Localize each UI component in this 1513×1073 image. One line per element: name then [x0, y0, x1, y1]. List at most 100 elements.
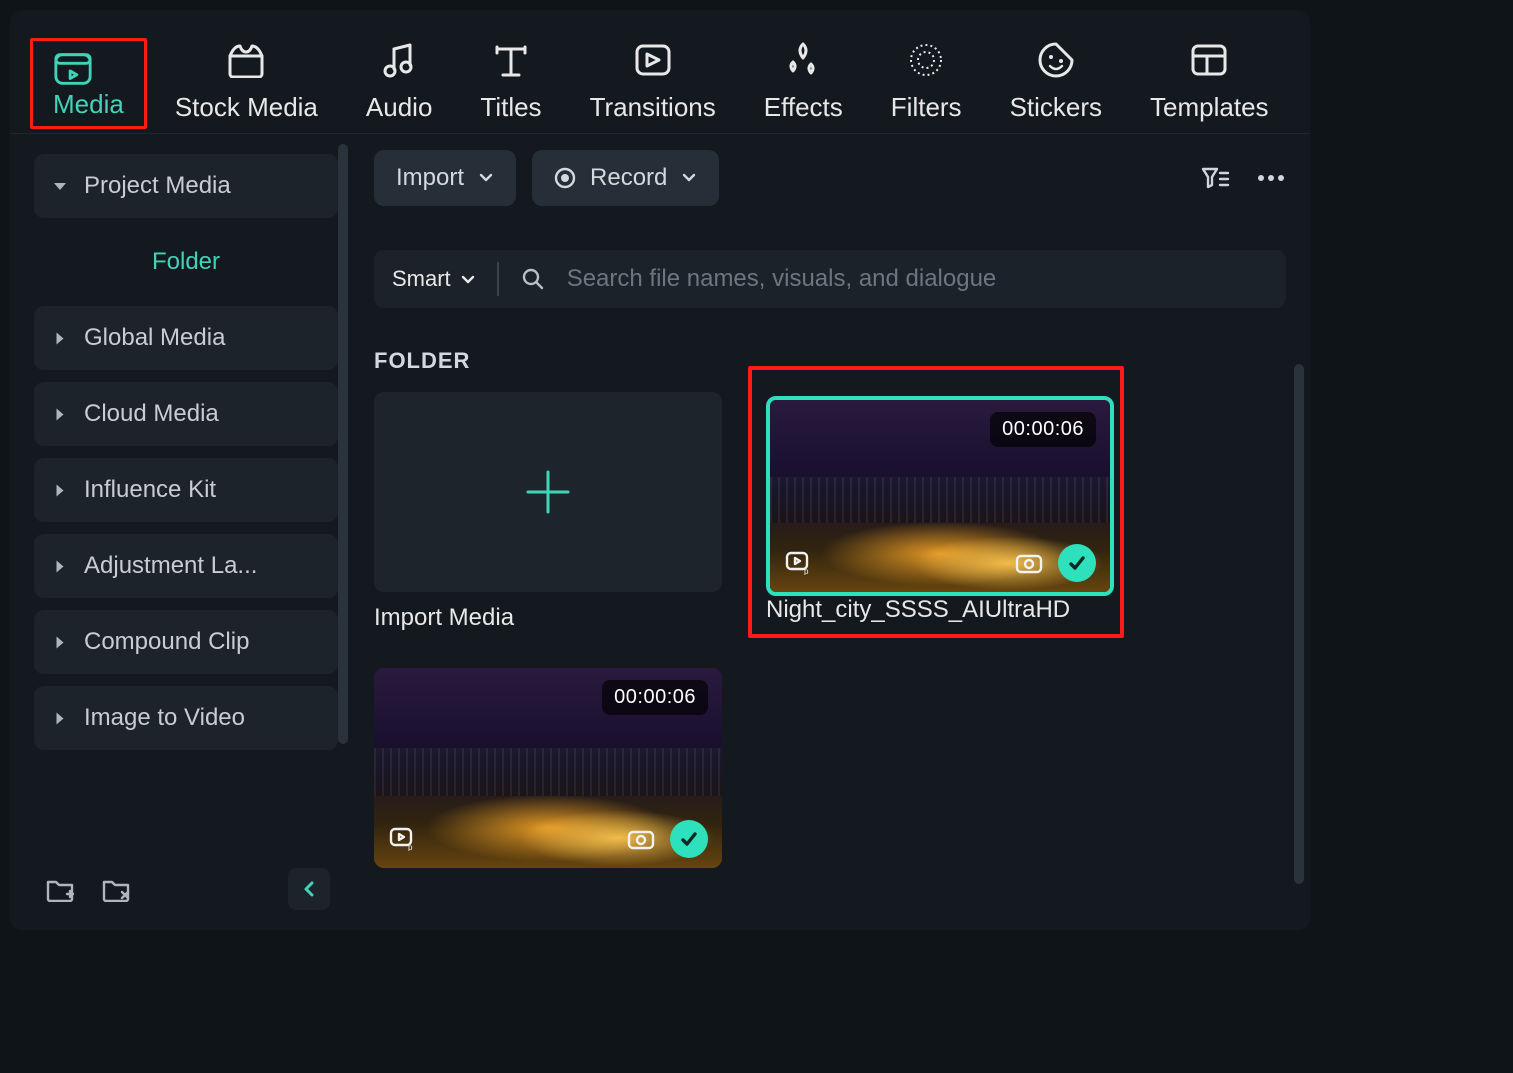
camera-icon [1014, 548, 1044, 578]
tab-label: Titles [480, 92, 541, 123]
tab-label: Audio [366, 92, 433, 123]
tab-stickers[interactable]: Stickers [1010, 40, 1102, 123]
video-proxy-icon: p [784, 548, 814, 578]
record-label: Record [590, 164, 667, 192]
tab-label: Templates [1150, 92, 1269, 123]
tab-label: Media [53, 89, 124, 120]
main-scrollbar[interactable] [1294, 364, 1304, 884]
audio-icon [379, 40, 419, 80]
sidebar-footer [34, 854, 338, 922]
body: Project Media Folder Global Media Cloud … [10, 133, 1310, 930]
import-dropdown[interactable]: Import [374, 150, 516, 206]
thumb-overlay: p [784, 544, 1096, 582]
check-badge-icon [1058, 544, 1096, 582]
highlight-media-tab: Media [30, 38, 147, 129]
chevron-right-icon [57, 636, 64, 648]
search-icon [521, 267, 545, 291]
check-badge-icon [670, 820, 708, 858]
chevron-down-icon [461, 274, 475, 285]
search-mode-label: Smart [392, 266, 451, 292]
clip-thumbnail[interactable]: 00:00:06 p [766, 396, 1114, 596]
stickers-icon [1036, 40, 1076, 80]
import-media-dropzone[interactable] [374, 392, 722, 592]
effects-icon [783, 40, 823, 80]
collapse-sidebar-button[interactable] [288, 868, 330, 910]
more-options-button[interactable] [1256, 163, 1286, 193]
sidebar-item-label: Cloud Media [84, 400, 219, 428]
filters-icon [906, 40, 946, 80]
duration-badge: 00:00:06 [990, 412, 1096, 447]
chevron-right-icon [57, 408, 64, 420]
tab-titles[interactable]: Titles [480, 40, 541, 123]
delete-folder-button[interactable] [98, 871, 134, 907]
new-folder-button[interactable] [42, 871, 78, 907]
tab-transitions[interactable]: Transitions [590, 40, 716, 123]
sidebar-item-label: Project Media [84, 172, 231, 200]
tab-label: Stickers [1010, 92, 1102, 123]
search-input[interactable] [567, 265, 1268, 293]
chevron-down-icon [54, 183, 66, 190]
sidebar-item-folder[interactable]: Folder [34, 230, 338, 294]
video-proxy-icon: p [388, 824, 418, 854]
card-label: Night_city_SSSS_AIUltraHD [766, 596, 1106, 624]
sidebar-item-label: Image to Video [84, 704, 245, 732]
sidebar-item-label: Adjustment La... [84, 552, 257, 580]
tab-media[interactable]: Media [50, 46, 127, 123]
chevron-down-icon [681, 172, 697, 184]
sidebar-item-influence-kit[interactable]: Influence Kit [34, 458, 338, 522]
tab-label: Filters [891, 92, 962, 123]
sidebar: Project Media Folder Global Media Cloud … [10, 134, 350, 930]
sidebar-item-cloud-media[interactable]: Cloud Media [34, 382, 338, 446]
search-mode-dropdown[interactable]: Smart [392, 266, 475, 292]
thumb-overlay: p [388, 820, 708, 858]
sidebar-item-label: Global Media [84, 324, 225, 352]
sidebar-item-label: Compound Clip [84, 628, 249, 656]
main-panel: Import Record [350, 134, 1310, 930]
titles-icon [491, 40, 531, 80]
import-label: Import [396, 164, 464, 192]
clip-thumbnail[interactable]: 00:00:06 p [374, 668, 722, 868]
templates-icon [1189, 40, 1229, 80]
top-tabs: Media Stock Media Audio Titles Transi [10, 10, 1310, 133]
camera-icon [626, 824, 656, 854]
tab-label: Stock Media [175, 92, 318, 123]
toolbar: Import Record [374, 150, 1286, 206]
transitions-icon [633, 40, 673, 80]
plus-icon [518, 462, 578, 522]
separator [497, 262, 499, 296]
media-icon [53, 49, 93, 89]
media-clip-card: 00:00:06 p [374, 668, 722, 868]
chevron-right-icon [57, 332, 64, 344]
tab-filters[interactable]: Filters [891, 40, 962, 123]
chevron-down-icon [478, 172, 494, 184]
sidebar-item-image-to-video[interactable]: Image to Video [34, 686, 338, 750]
chevron-right-icon [57, 712, 64, 724]
search-bar: Smart [374, 250, 1286, 308]
sidebar-item-project-media[interactable]: Project Media [34, 154, 338, 218]
duration-badge: 00:00:06 [602, 680, 708, 715]
sidebar-item-adjustment-layer[interactable]: Adjustment La... [34, 534, 338, 598]
svg-text:p: p [408, 843, 413, 851]
card-label: Import Media [374, 604, 722, 632]
chevron-right-icon [57, 560, 64, 572]
tab-label: Transitions [590, 92, 716, 123]
record-icon [554, 167, 576, 189]
media-clip-card: 00:00:06 p [762, 392, 1110, 632]
record-dropdown[interactable]: Record [532, 150, 719, 206]
tab-label: Effects [764, 92, 843, 123]
app-window: Media Stock Media Audio Titles Transi [10, 10, 1310, 930]
stock-media-icon [226, 40, 266, 80]
tab-templates[interactable]: Templates [1150, 40, 1269, 123]
sidebar-item-global-media[interactable]: Global Media [34, 306, 338, 370]
sidebar-scrollbar[interactable] [338, 144, 348, 744]
tab-stock-media[interactable]: Stock Media [175, 40, 318, 123]
sidebar-item-label: Folder [152, 248, 220, 276]
import-media-card: Import Media [374, 392, 722, 632]
svg-text:p: p [804, 567, 809, 575]
media-grid: Import Media 00:00:06 p [374, 392, 1286, 868]
filter-sort-button[interactable] [1200, 163, 1230, 193]
chevron-right-icon [57, 484, 64, 496]
sidebar-item-compound-clip[interactable]: Compound Clip [34, 610, 338, 674]
tab-audio[interactable]: Audio [366, 40, 433, 123]
tab-effects[interactable]: Effects [764, 40, 843, 123]
